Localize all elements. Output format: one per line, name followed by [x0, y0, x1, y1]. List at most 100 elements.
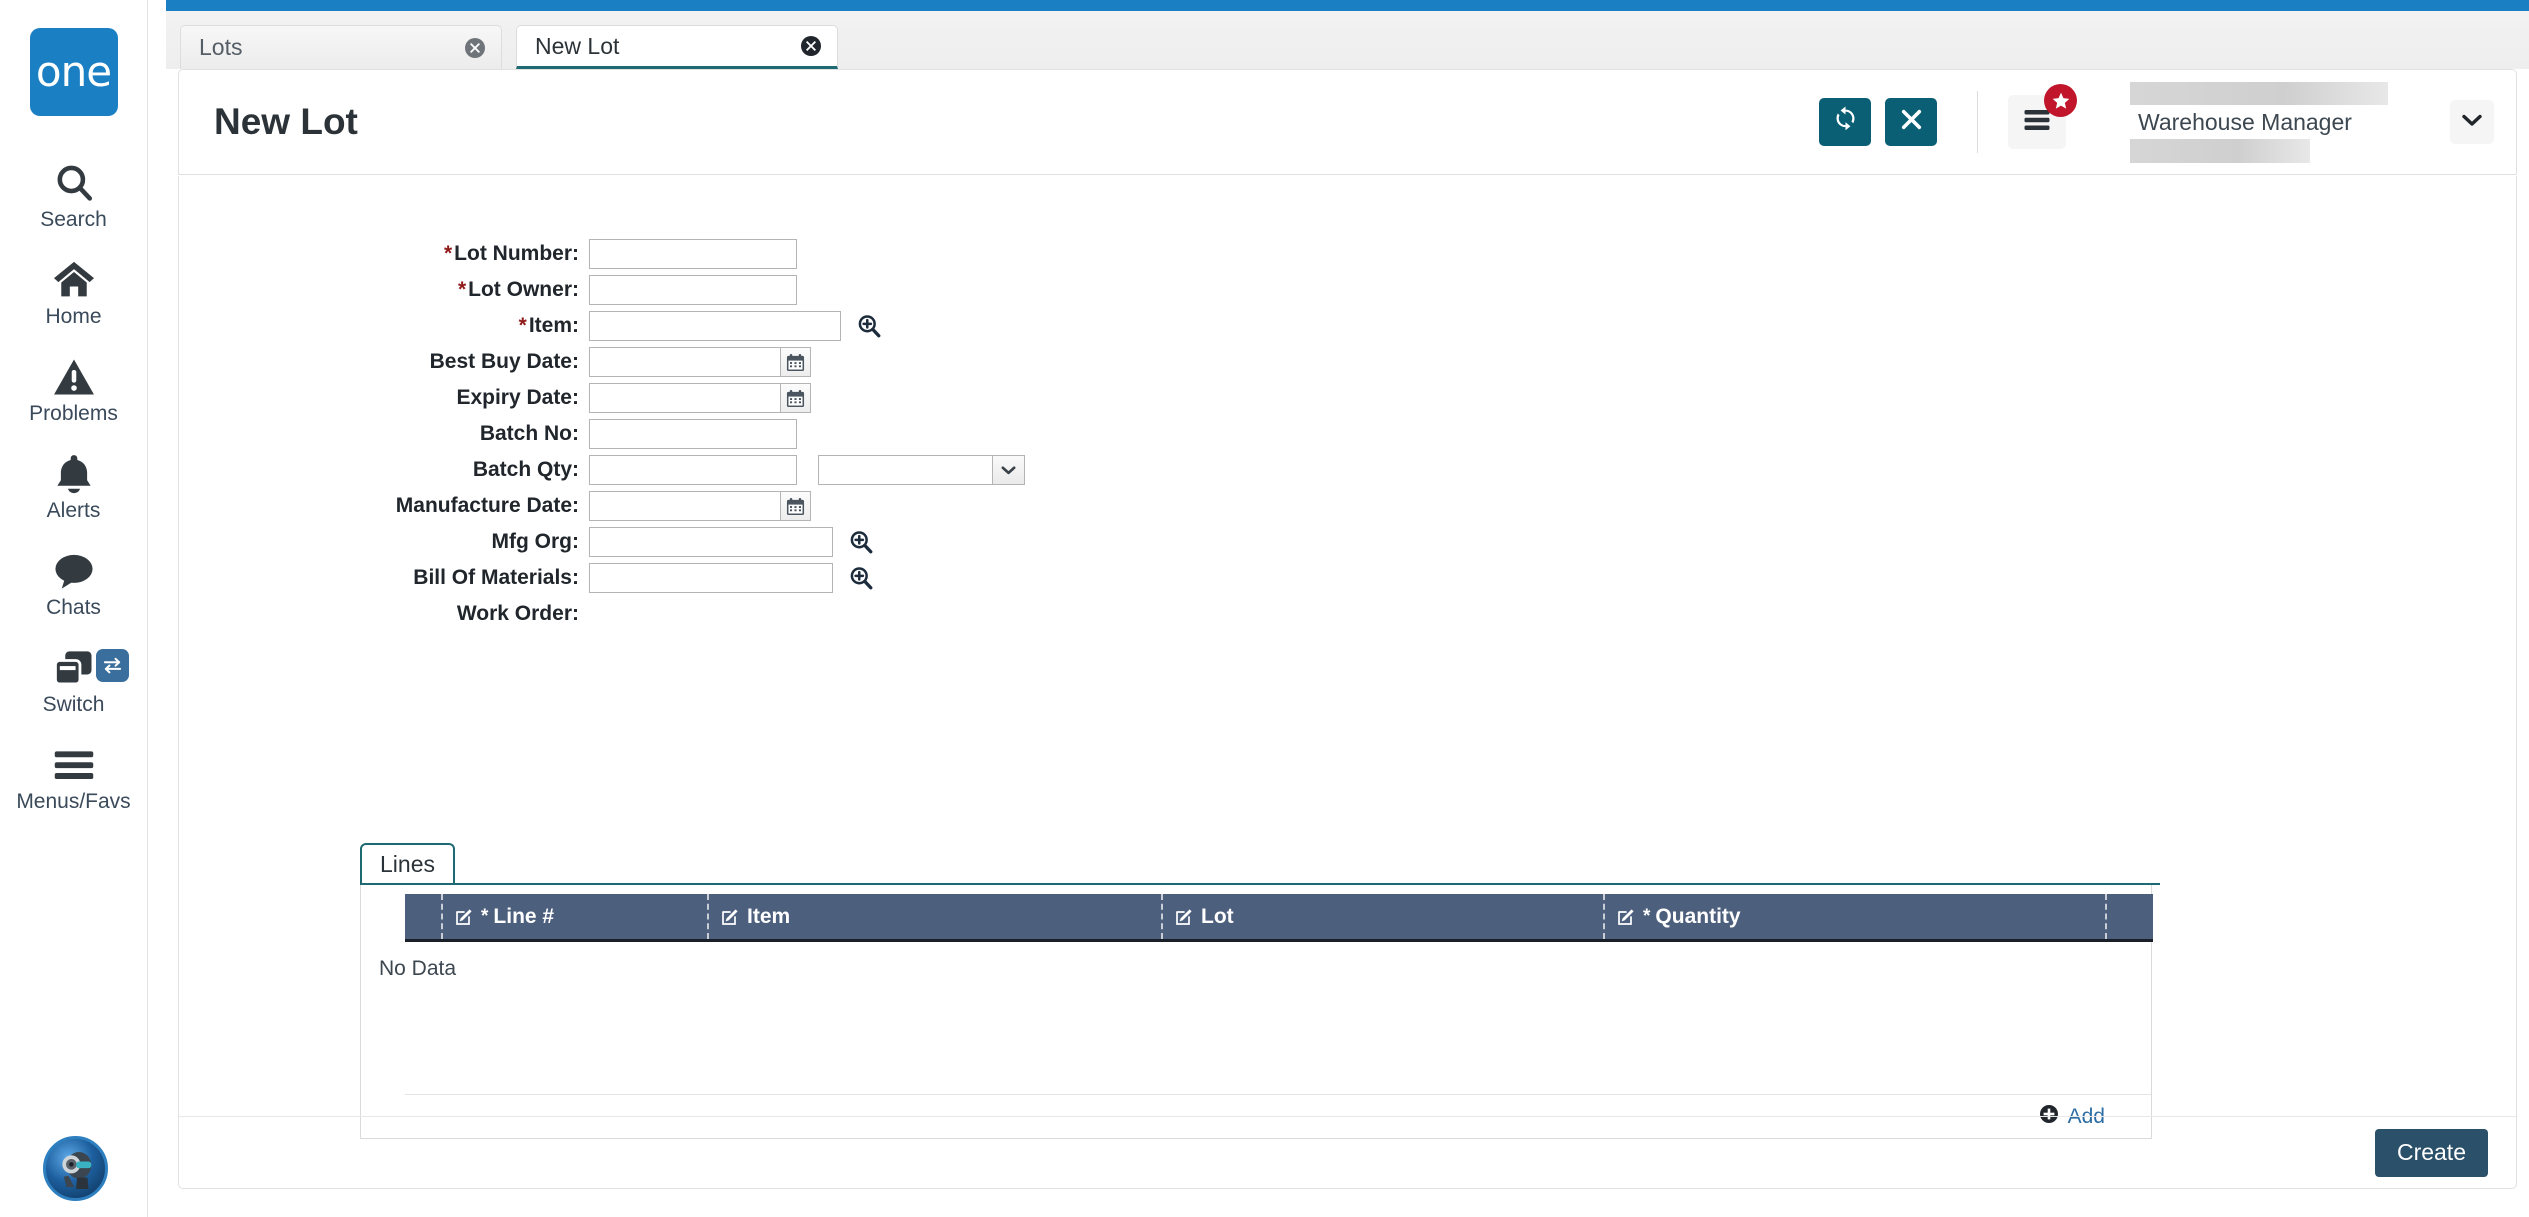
sidebar-item-problems[interactable]: Problems: [0, 342, 147, 439]
application-window: one Search Home Problems Alerts Chats Sw…: [0, 0, 2529, 1217]
sidebar-item-label: Alerts: [46, 499, 101, 522]
refresh-icon: [1832, 106, 1859, 138]
field-row-work-order: Work Order:: [179, 596, 2516, 632]
column-header-label: Item: [747, 904, 791, 928]
hamburger-icon: [53, 743, 95, 787]
sidebar-item-label: Chats: [46, 596, 101, 619]
magnifier-plus-icon[interactable]: [844, 561, 878, 595]
calendar-icon[interactable]: [781, 383, 811, 413]
field-label-text: Batch No: [479, 422, 572, 445]
lot-owner-input[interactable]: [589, 275, 797, 305]
user-info[interactable]: Warehouse Manager: [2130, 81, 2430, 163]
sidebar-item-search[interactable]: Search: [0, 148, 147, 245]
grid-empty-message: No Data: [379, 957, 457, 980]
top-accent-bar: [166, 0, 2529, 11]
sidebar-item-label: Switch: [42, 693, 105, 716]
close-circle-icon[interactable]: [799, 34, 823, 58]
sidebar-item-chats[interactable]: Chats: [0, 536, 147, 633]
swap-arrows-icon[interactable]: [96, 649, 129, 682]
calendar-icon[interactable]: [781, 491, 811, 521]
close-button[interactable]: [1885, 98, 1937, 146]
field-label: *Lot Number:: [443, 242, 579, 265]
app-logo[interactable]: one: [29, 28, 118, 116]
page-title: New Lot: [214, 101, 358, 142]
field-label: Manufacture Date:: [395, 494, 579, 517]
required-marker: *: [1643, 905, 1651, 927]
column-header-quantity[interactable]: * Quantity: [1603, 894, 2105, 939]
lot-number-input[interactable]: [589, 239, 797, 269]
batch-no-input[interactable]: [589, 419, 797, 449]
field-control: [589, 419, 797, 449]
warning-triangle-icon: [53, 355, 95, 399]
sidebar-nav: Search Home Problems Alerts Chats Switch…: [0, 148, 147, 827]
field-label-text: Batch Qty: [472, 458, 572, 481]
tab-new-lot[interactable]: New Lot: [516, 25, 838, 69]
sidebar-item-label: Menus/Favs: [16, 790, 131, 813]
field-row-lot-owner: *Lot Owner:: [179, 272, 2516, 308]
column-header-item[interactable]: Item: [707, 894, 1161, 939]
avatar-graphic: [62, 1152, 92, 1190]
calendar-icon[interactable]: [781, 347, 811, 377]
batch-qty-input[interactable]: [589, 455, 797, 485]
close-circle-icon[interactable]: [463, 36, 487, 60]
star-icon: [2044, 84, 2077, 117]
sidebar-item-alerts[interactable]: Alerts: [0, 439, 147, 536]
item-input[interactable]: [589, 311, 841, 341]
close-x-icon: [1899, 107, 1924, 137]
column-header-line-number[interactable]: * Line #: [441, 894, 707, 939]
field-control: [589, 347, 811, 377]
user-role-label: Warehouse Manager: [2138, 108, 2352, 135]
expiry-date-input[interactable]: [589, 383, 781, 413]
list-menu-button[interactable]: [2008, 84, 2077, 149]
magnifier-plus-icon[interactable]: [852, 309, 886, 343]
field-control: [589, 383, 811, 413]
column-header-lot[interactable]: Lot: [1161, 894, 1603, 939]
tab-lots[interactable]: Lots: [180, 25, 502, 69]
sidebar-item-menus-favs[interactable]: Menus/Favs: [0, 730, 147, 827]
grid-select-column-header: [405, 894, 441, 939]
field-control: [589, 275, 797, 305]
refresh-button[interactable]: [1819, 98, 1871, 146]
user-avatar[interactable]: [43, 1136, 108, 1201]
create-button[interactable]: Create: [2374, 1128, 2488, 1177]
field-control: [589, 561, 878, 595]
page-footer: Create: [179, 1116, 2516, 1188]
bill-of-materials-input[interactable]: [589, 563, 833, 593]
field-label: Batch No:: [479, 422, 579, 445]
field-row-expiry-date: Expiry Date:: [179, 380, 2516, 416]
redacted-user-detail: [2130, 138, 2310, 163]
home-icon: [52, 258, 96, 302]
left-sidebar: one Search Home Problems Alerts Chats Sw…: [0, 0, 148, 1217]
search-icon: [53, 161, 95, 205]
sidebar-item-home[interactable]: Home: [0, 245, 147, 342]
field-row-bill-of-materials: Bill Of Materials:: [179, 560, 2516, 596]
chat-bubble-icon: [53, 549, 95, 593]
best-buy-date-input[interactable]: [589, 347, 781, 377]
sidebar-item-label: Home: [45, 305, 102, 328]
field-label: *Lot Owner:: [457, 278, 579, 301]
chevron-down-icon[interactable]: [993, 455, 1025, 485]
field-label: Mfg Org:: [491, 530, 579, 553]
field-control: [589, 239, 797, 269]
page-background: [0, 1189, 2529, 1217]
field-row-item: *Item:: [179, 308, 2516, 344]
header-divider: [1977, 91, 1978, 153]
tab-label: New Lot: [535, 32, 620, 59]
logo-text: one: [35, 47, 112, 96]
mfg-org-input[interactable]: [589, 527, 833, 557]
batch-qty-uom-select[interactable]: [818, 455, 1025, 485]
field-label-text: Expiry Date: [456, 386, 572, 409]
field-label-text: Manufacture Date: [395, 494, 572, 517]
manufacture-date-input[interactable]: [589, 491, 781, 521]
page-header: New Lot Warehouse Manager: [178, 69, 2517, 175]
field-label-text: Work Order: [456, 602, 572, 625]
field-control: [589, 455, 1025, 485]
field-label-text: Mfg Org: [491, 530, 572, 553]
user-menu-button[interactable]: [2450, 100, 2494, 144]
sidebar-item-switch[interactable]: Switch: [0, 633, 147, 730]
lines-grid-header: * Line # Item Lot * Quantity: [405, 894, 2153, 942]
pencil-edit-icon: [1174, 907, 1194, 927]
header-actions: Warehouse Manager: [1805, 70, 2516, 174]
magnifier-plus-icon[interactable]: [844, 525, 878, 559]
tab-lines[interactable]: Lines: [360, 843, 455, 883]
